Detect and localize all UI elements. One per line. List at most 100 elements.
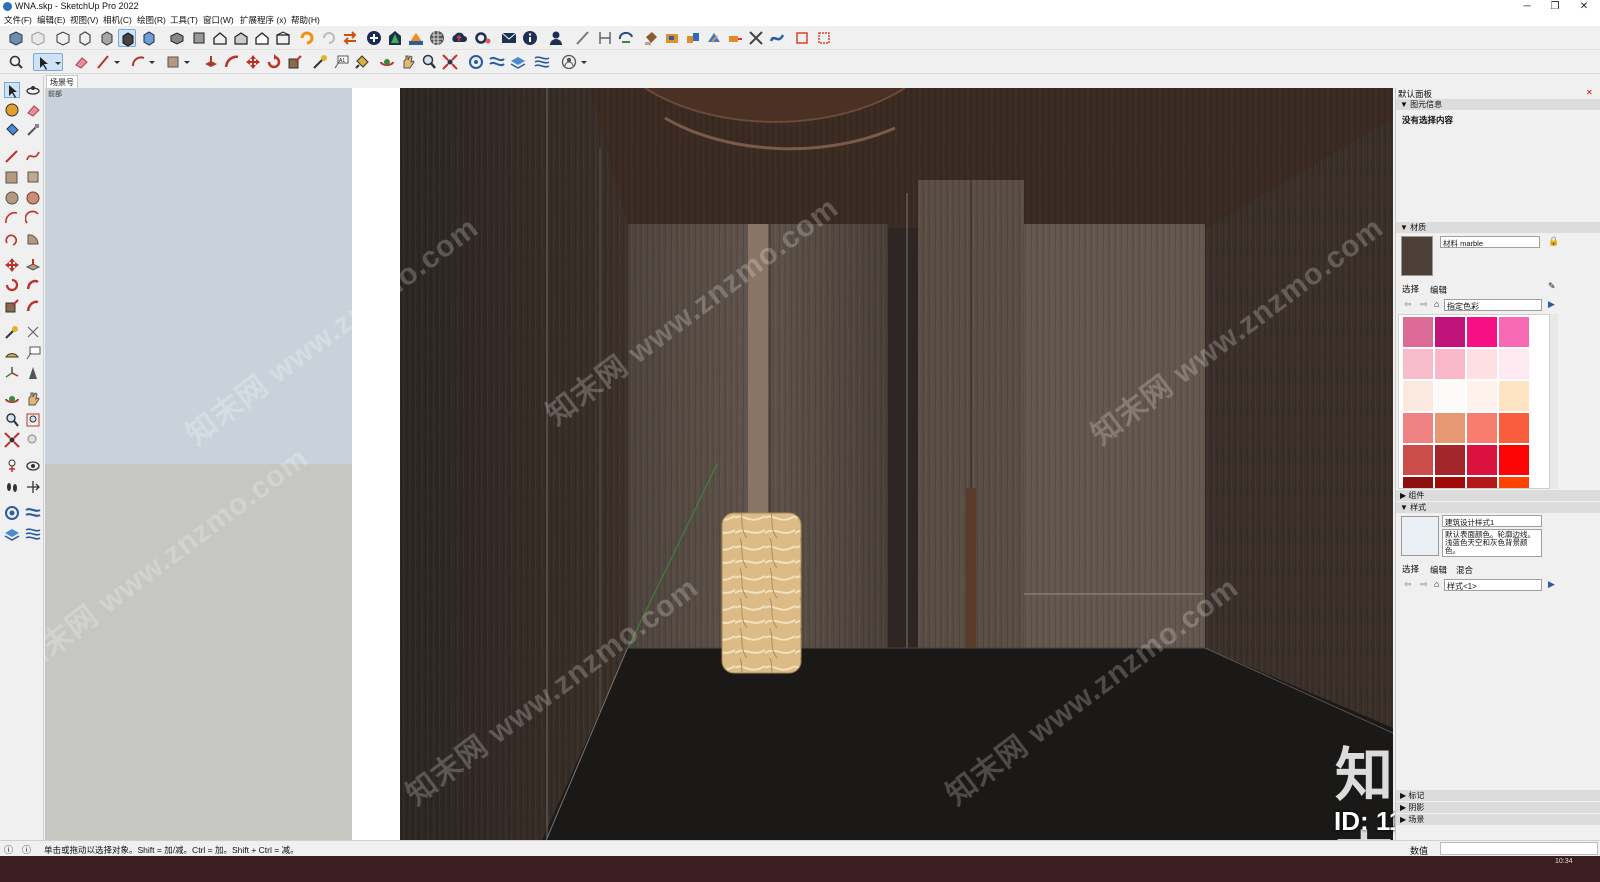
model-viewport[interactable]: 前部 知末网 www.znzmo.com 知末网 www.znzmo.com 知… <box>45 88 1393 856</box>
mail-icon[interactable] <box>500 29 518 47</box>
axes-icon[interactable] <box>4 365 20 381</box>
rotate-icon[interactable] <box>4 277 20 293</box>
menu-file[interactable]: 文件(F) <box>4 14 32 26</box>
style-description[interactable]: 默认表面颜色。轮廓边线。浅蓝色天空和灰色背景颜色。 <box>1442 529 1542 557</box>
color-swatch[interactable] <box>1499 349 1529 379</box>
forward-arrow-icon[interactable]: ⇨ <box>1420 299 1428 310</box>
swatch-scrollbar[interactable] <box>1550 314 1558 489</box>
scale-icon[interactable] <box>4 298 20 314</box>
red-select-box-alt-icon[interactable] <box>815 29 833 47</box>
eraser-tool-icon[interactable] <box>25 102 41 118</box>
stack-layers-icon[interactable] <box>509 53 527 71</box>
color-swatch[interactable] <box>1435 445 1465 475</box>
walk-icon[interactable] <box>4 479 20 495</box>
checker-sphere-icon[interactable] <box>428 29 446 47</box>
transfer-arrows-icon[interactable] <box>341 29 359 47</box>
color-swatch[interactable] <box>1403 477 1433 488</box>
pencil-tool-icon[interactable] <box>574 29 592 47</box>
close-button[interactable]: ✕ <box>1570 0 1598 13</box>
rotate-tool-icon[interactable] <box>265 53 283 71</box>
zoom-icon[interactable] <box>4 412 20 428</box>
menu-camera[interactable]: 相机(C) <box>103 14 132 26</box>
orbit-tool-icon-left[interactable] <box>4 391 20 407</box>
dimension-tool-icon[interactable] <box>25 324 41 340</box>
user-account-icon[interactable] <box>547 29 565 47</box>
styles-forward-arrow-icon[interactable]: ⇨ <box>1420 579 1428 590</box>
color-swatch[interactable] <box>1499 381 1529 411</box>
cube-icon[interactable] <box>7 29 25 47</box>
select-arrow-icon[interactable] <box>4 82 20 98</box>
credits-icon[interactable]: ⓘ <box>22 843 31 856</box>
follow-me-icon[interactable] <box>768 29 786 47</box>
left-view-icon[interactable] <box>274 29 292 47</box>
tape-small-icon[interactable] <box>25 122 41 138</box>
pan-tool-icon[interactable] <box>399 53 417 71</box>
ghost-cube-icon[interactable] <box>29 29 47 47</box>
arc-tool-icon[interactable] <box>130 53 158 71</box>
arc-icon[interactable] <box>4 210 20 226</box>
position-camera-icon[interactable] <box>467 53 485 71</box>
three-point-arc-icon[interactable] <box>4 231 20 247</box>
sandbox-icon[interactable] <box>533 53 551 71</box>
maximize-button[interactable]: ❐ <box>1541 0 1569 13</box>
tape-measure-icon[interactable] <box>726 29 744 47</box>
polygon-icon[interactable] <box>25 190 41 206</box>
styles-mix-tab[interactable]: 混合 <box>1456 564 1473 576</box>
components-header[interactable]: ▶ 组件 <box>1396 490 1600 501</box>
back-arrow-icon[interactable]: ⇦ <box>1404 299 1412 310</box>
material-lock-icon[interactable]: 🔒 <box>1548 236 1559 247</box>
shaded-icon[interactable] <box>98 29 116 47</box>
position-camera-tool-icon[interactable] <box>4 458 20 474</box>
select-tool-button[interactable] <box>33 53 63 71</box>
color-swatch[interactable] <box>1499 445 1529 475</box>
orbit-tool-icon[interactable] <box>378 53 396 71</box>
menu-view[interactable]: 视图(V) <box>70 14 98 26</box>
push-pull-tool-icon[interactable] <box>25 257 41 273</box>
zoom-tool-icon[interactable] <box>420 53 438 71</box>
freehand-icon[interactable] <box>25 148 41 164</box>
stamp-icon[interactable] <box>25 526 41 542</box>
menu-tools[interactable]: 工具(T) <box>170 14 198 26</box>
sandbox-scratch-icon[interactable] <box>25 505 41 521</box>
material-name-input[interactable]: 材料 marble <box>1440 236 1540 248</box>
styles-edit-tab[interactable]: 编辑 <box>1430 564 1447 576</box>
iso-view-icon[interactable] <box>168 29 186 47</box>
wireframe-icon[interactable] <box>76 29 94 47</box>
tape-measure-tool-icon[interactable] <box>4 324 20 340</box>
text-tool-icon[interactable]: A1 <box>332 53 350 71</box>
color-swatch[interactable] <box>1499 413 1529 443</box>
details-arrow-icon[interactable]: ▶ <box>1548 299 1555 310</box>
styles-back-arrow-icon[interactable]: ⇦ <box>1404 579 1412 590</box>
profile-menu-icon[interactable] <box>560 53 590 71</box>
menu-help[interactable]: 帮助(H) <box>291 14 320 26</box>
3d-text-icon[interactable] <box>25 365 41 381</box>
line-tool-icon[interactable] <box>95 53 123 71</box>
color-swatch[interactable] <box>1467 349 1497 379</box>
offset-icon[interactable] <box>223 53 241 71</box>
style-name-input[interactable]: 建筑设计样式1 <box>1442 515 1542 527</box>
color-swatch[interactable] <box>1435 477 1465 488</box>
scenes-header[interactable]: ▶ 场景 <box>1396 814 1600 825</box>
extension-gears-icon[interactable] <box>474 29 492 47</box>
search-zoom-icon[interactable] <box>7 53 25 71</box>
measurements-input[interactable] <box>1440 842 1598 855</box>
section-plane-icon[interactable] <box>617 29 635 47</box>
smoove-icon[interactable] <box>4 526 20 542</box>
shadows-header[interactable]: ▶ 阴影 <box>1396 802 1600 813</box>
shaded-textures-icon[interactable] <box>118 29 136 47</box>
color-swatch[interactable] <box>1435 349 1465 379</box>
color-swatch[interactable] <box>1467 413 1497 443</box>
move-icon[interactable] <box>4 257 20 273</box>
zoom-window-icon[interactable] <box>25 412 41 428</box>
color-swatch[interactable] <box>1499 317 1529 347</box>
layout-icon[interactable] <box>407 29 425 47</box>
styles-home-icon[interactable]: ⌂ <box>1434 579 1439 589</box>
tape-tool-icon[interactable] <box>311 53 329 71</box>
previous-view-icon[interactable] <box>25 432 41 448</box>
monochrome-icon[interactable] <box>140 29 158 47</box>
rotated-rectangle-icon[interactable] <box>25 169 41 185</box>
color-swatch[interactable] <box>1467 477 1497 488</box>
menu-draw[interactable]: 绘图(R) <box>137 14 166 26</box>
sandbox-contours-icon[interactable] <box>4 505 20 521</box>
component-box-icon[interactable] <box>663 29 681 47</box>
